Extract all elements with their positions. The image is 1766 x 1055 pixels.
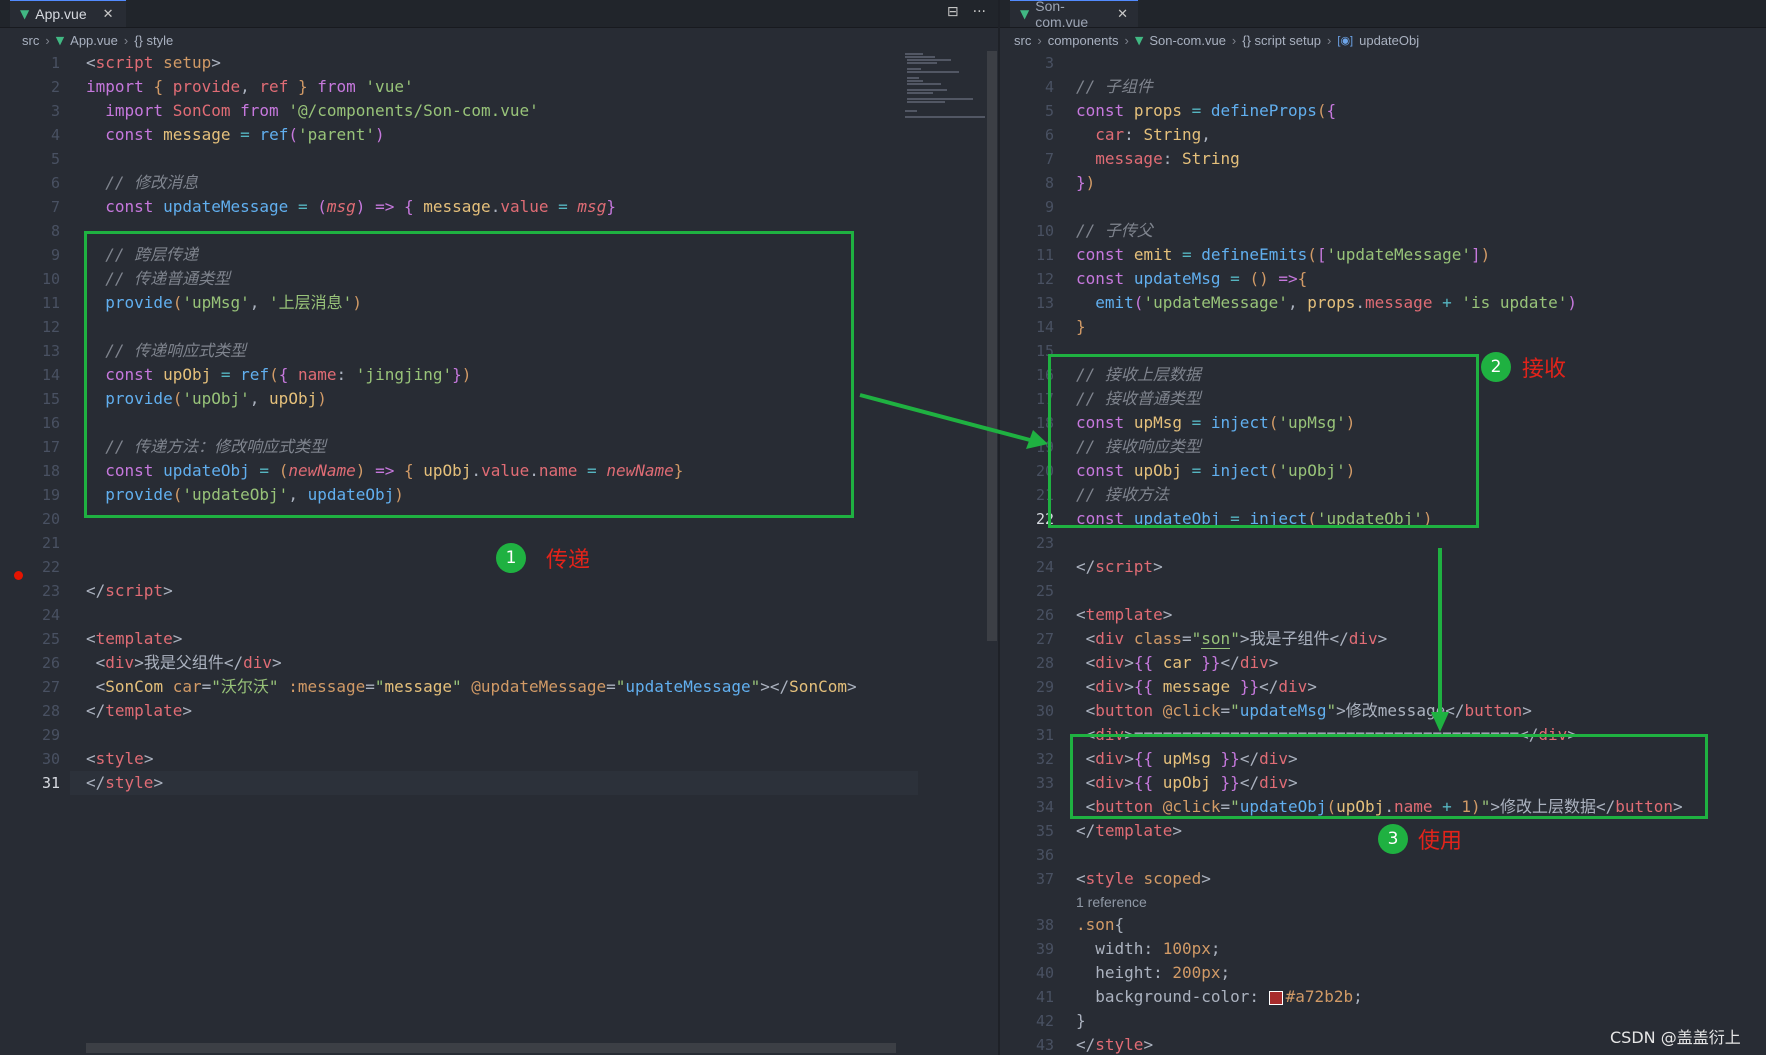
editor-pane-left: ▼ App.vue ✕ ⊟ ··· src › ▼ App.vue › {} s… xyxy=(0,0,998,1055)
variable-symbol-icon: [◉] xyxy=(1337,34,1354,47)
vue-file-icon: ▼ xyxy=(20,7,30,21)
tab-bar-left: ▼ App.vue ✕ ⊟ ··· xyxy=(0,0,998,28)
breadcrumb-item[interactable]: src xyxy=(1014,33,1031,48)
breadcrumb-item[interactable]: Son-com.vue xyxy=(1149,33,1226,48)
vertical-scrollbar[interactable] xyxy=(987,51,997,641)
minimap[interactable] xyxy=(905,51,987,121)
color-swatch-icon[interactable] xyxy=(1268,990,1283,1005)
breadcrumb: src › ▼ App.vue › {} style xyxy=(22,29,173,51)
breadcrumb-item[interactable]: src xyxy=(22,33,39,48)
breadcrumb-item[interactable]: components xyxy=(1048,33,1119,48)
tab-label: Son-com.vue xyxy=(1035,0,1089,30)
editor-actions: ⊟ ··· xyxy=(947,4,986,20)
tab-app-vue[interactable]: ▼ App.vue ✕ xyxy=(10,0,126,27)
reference-hint[interactable]: 1 reference xyxy=(1076,894,1147,910)
close-icon[interactable]: ✕ xyxy=(1117,6,1128,22)
editor-pane-right: ▼ Son-com.vue ✕ src › components › ▼ Son… xyxy=(1000,0,1766,1055)
vue-file-icon: ▼ xyxy=(1134,33,1144,47)
horizontal-scrollbar[interactable] xyxy=(86,1043,896,1053)
watermark: CSDN @盖盖衍上 xyxy=(1610,1028,1741,1047)
close-icon[interactable]: ✕ xyxy=(103,6,114,22)
tab-label: App.vue xyxy=(35,6,87,22)
breadcrumb-item[interactable]: App.vue xyxy=(70,33,118,48)
chevron-right-icon: › xyxy=(123,32,129,48)
vue-file-icon: ▼ xyxy=(55,33,65,47)
chevron-right-icon: › xyxy=(45,32,50,48)
chevron-right-icon: › xyxy=(1124,32,1129,48)
vue-file-icon: ▼ xyxy=(1020,7,1030,21)
split-editor-icon[interactable]: ⊟ xyxy=(947,4,959,20)
more-actions-icon[interactable]: ··· xyxy=(973,4,986,20)
chevron-right-icon: › xyxy=(1037,32,1042,48)
chevron-right-icon: › xyxy=(1327,32,1332,48)
code-editor[interactable]: 1 <script setup> 2 import { provide, ref }… xyxy=(0,51,998,795)
chevron-right-icon: › xyxy=(1231,32,1237,48)
tab-bar-right: ▼ Son-com.vue ✕ xyxy=(1000,0,1766,30)
breadcrumb-item[interactable]: {} style xyxy=(134,33,173,48)
breadcrumb-item[interactable]: updateObj xyxy=(1359,33,1419,48)
breadcrumb: src › components › ▼ Son-com.vue › {} sc… xyxy=(1014,29,1419,51)
code-editor[interactable]: 3 4// 子组件 5 const props = defineProps({ 6… xyxy=(1000,51,1766,1055)
tab-son-com-vue[interactable]: ▼ Son-com.vue ✕ xyxy=(1010,0,1138,30)
breadcrumb-item[interactable]: {} script setup xyxy=(1242,33,1321,48)
